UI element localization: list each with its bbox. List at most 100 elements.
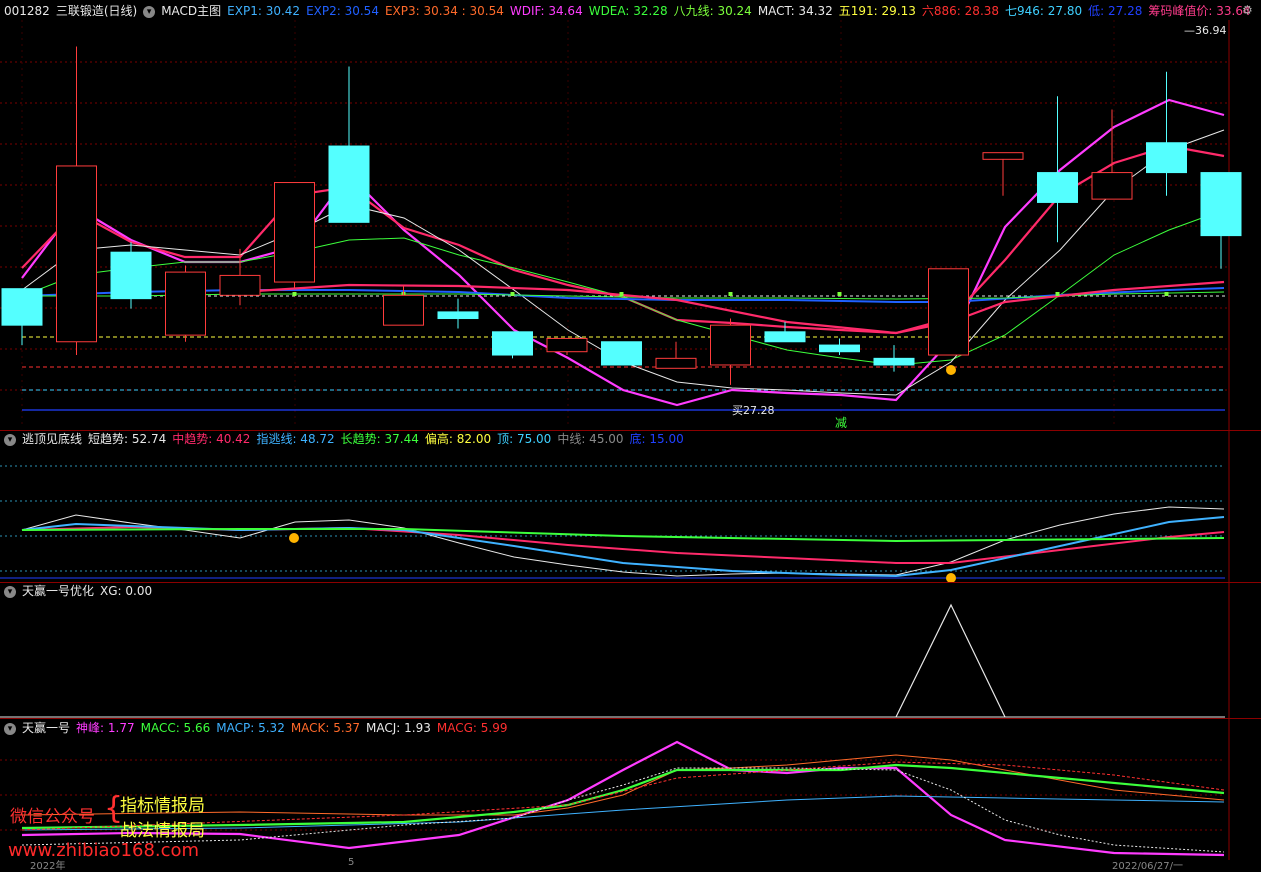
panel3-legend-item: XG: 0.00 <box>100 584 153 598</box>
candle-body <box>110 251 152 300</box>
candle-body <box>492 331 533 356</box>
candle <box>1037 96 1078 243</box>
candle <box>928 268 969 356</box>
candle-body <box>928 268 969 356</box>
short-trend-line <box>21 506 1225 577</box>
candle-body <box>873 357 915 366</box>
main-legend-item: 筹码峰值价: 33.64 <box>1148 4 1251 18</box>
candle <box>274 182 315 289</box>
panel4-header: ▾ 天赢一号 神峰: 1.77 MACC: 5.66 MACP: 5.32 MACK: 5… <box>0 719 519 737</box>
panel2-legend-item: 指逃线: 48.72 <box>256 432 335 446</box>
axis-date-right: 2022/06/27/一 <box>1112 861 1184 872</box>
panel2-legend-item: 偏高: 82.00 <box>424 432 492 446</box>
panel4-legend-item: MACK: 5.37 <box>290 721 361 735</box>
stock-name: 三联锻造(日线) <box>55 4 138 18</box>
panel3-header: ▾ 天赢一号优化 XG: 0.00 <box>0 582 164 600</box>
candle <box>710 318 751 385</box>
candle <box>601 341 642 366</box>
signal-marker <box>728 292 733 296</box>
axis-date-left: 2022年 <box>30 861 66 872</box>
panel-separator <box>0 582 1261 583</box>
panel2-legend-item: 长趋势: 37.44 <box>340 432 419 446</box>
long-trend-line <box>21 528 1225 543</box>
panel2-header: ▾ 逃顶见底线 短趋势: 52.74 中趋势: 40.42 指逃线: 48.72 长趋势:… <box>0 430 696 448</box>
main-legend-item: 低: 27.28 <box>1088 4 1143 18</box>
main-legend-item: EXP1: 30.42 <box>227 4 301 18</box>
candle-body <box>56 165 97 343</box>
panel2-legend-item: 顶: 75.00 <box>497 432 552 446</box>
signal-marker <box>292 292 297 296</box>
panel4-title[interactable]: 天赢一号 <box>22 721 70 735</box>
candle <box>546 337 588 356</box>
candle-body <box>383 294 424 326</box>
panel4-legend-item: MACC: 5.66 <box>140 721 211 735</box>
candle-body <box>1200 172 1242 237</box>
candle-body <box>982 152 1024 160</box>
indicator-menu-icon[interactable]: ▾ <box>143 5 156 18</box>
main-legend-item: 七946: 27.80 <box>1005 4 1083 18</box>
high-price-label: —36.94 <box>1184 24 1227 37</box>
main-legend-item: WDIF: 34.64 <box>509 4 583 18</box>
panel3-collapse-icon[interactable]: ▾ <box>4 585 16 598</box>
panel4-collapse-icon[interactable]: ▾ <box>4 722 16 735</box>
panel2-collapse-icon[interactable]: ▾ <box>4 433 16 446</box>
candle-body <box>710 324 751 366</box>
main-legend-item: 五191: 29.13 <box>838 4 916 18</box>
candle-body <box>819 344 860 353</box>
signal-marker <box>1055 292 1060 296</box>
main-legend-item: EXP2: 30.54 <box>306 4 379 18</box>
candle-body <box>546 337 588 353</box>
panel2-legend-item: 底: 15.00 <box>629 432 684 446</box>
candle <box>437 298 479 329</box>
candle-body <box>1146 142 1187 174</box>
panel2-legend-item: 中趋势: 40.42 <box>172 432 251 446</box>
panel4-legend-item: MACG: 5.99 <box>436 721 508 735</box>
candle-body <box>1037 172 1078 203</box>
candle-body <box>601 341 642 366</box>
panel2-legend-item: 中线: 45.00 <box>557 432 624 446</box>
candle-body <box>1091 172 1133 200</box>
candle <box>1091 109 1133 200</box>
main-legend-item: WDEA: 32.28 <box>588 4 668 18</box>
candle <box>1200 172 1242 269</box>
signal-marker <box>510 292 515 296</box>
candle <box>56 46 97 356</box>
candle <box>110 242 152 309</box>
candle-body <box>165 271 206 336</box>
candle <box>165 265 206 342</box>
candle-body <box>328 145 370 223</box>
signal-marker <box>1164 292 1169 296</box>
watermark-top: 指标情报局 <box>120 796 205 816</box>
panel3-title[interactable]: 天赢一号优化 <box>22 584 94 598</box>
panel2-legend-item: 短趋势: 52.74 <box>88 432 167 446</box>
panel2-signal-dot <box>289 533 299 543</box>
main-legend-item: 八九线: 30.24 <box>673 4 752 18</box>
axis-date-mid: 5 <box>348 857 355 868</box>
xg-line <box>895 603 1006 718</box>
escape-line <box>21 516 1225 578</box>
signal-marker <box>837 292 842 296</box>
panel2-title[interactable]: 逃顶见底线 <box>22 432 82 446</box>
panel4-legend-item: 神峰: 1.77 <box>76 721 135 735</box>
candle-body <box>219 274 261 296</box>
watermark-wechat: 微信公众号 <box>10 807 95 827</box>
panel4-legend-item: MACJ: 1.93 <box>366 721 431 735</box>
candle <box>819 338 860 356</box>
buy-signal-dot <box>946 365 956 375</box>
signal-marker <box>619 292 624 296</box>
candle-body <box>437 311 479 320</box>
main-panel-header: 001282 三联锻造(日线) ▾ MACD主图 EXP1: 30.42 EXP2: 30… <box>0 2 1261 20</box>
candle <box>655 341 697 369</box>
main-legend-item: MACT: 34.32 <box>757 4 833 18</box>
gear-icon[interactable]: ⚙ <box>1242 4 1255 17</box>
candlestick-series <box>1 46 1242 385</box>
main-legend-item: 六886: 28.38 <box>921 4 1000 18</box>
main-indicator-name[interactable]: MACD主图 <box>161 4 221 18</box>
candle <box>1146 71 1187 196</box>
candle-body <box>274 182 315 283</box>
main-legend-item: EXP3: 30.34 : 30.54 <box>384 4 504 18</box>
stock-code: 001282 <box>4 4 50 18</box>
candle <box>982 152 1024 196</box>
candle-body <box>764 331 806 343</box>
watermark-bottom: 战法情报局 <box>120 821 205 841</box>
